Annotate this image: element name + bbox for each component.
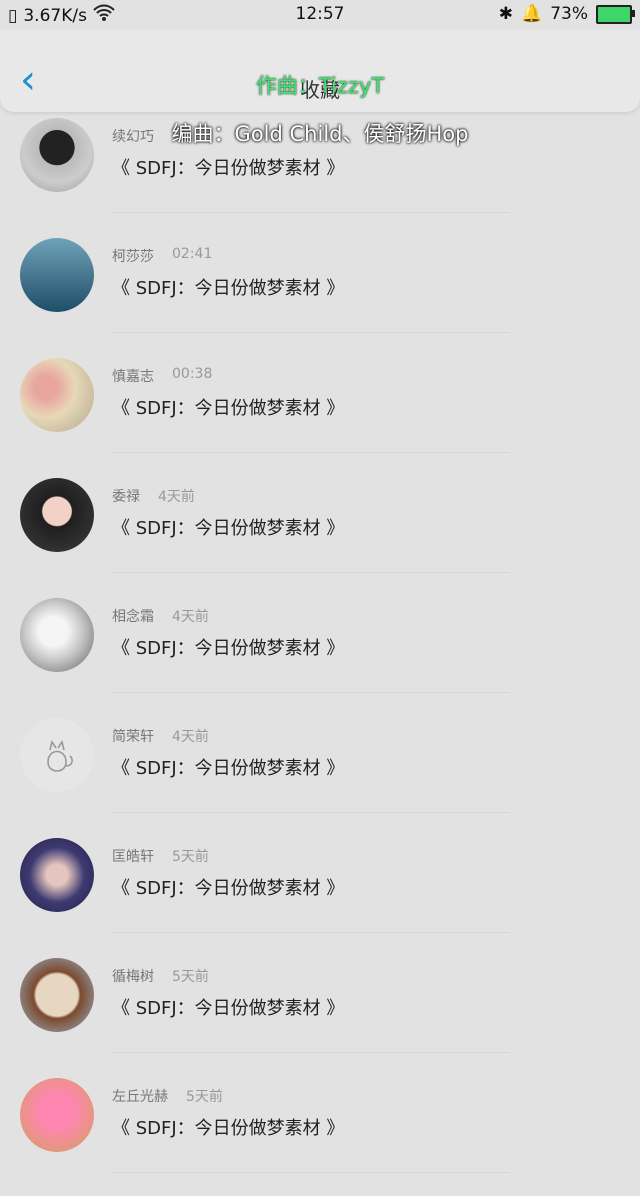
timestamp: 5天前	[172, 969, 209, 985]
user-name: 柯莎莎	[112, 249, 154, 265]
avatar	[20, 958, 94, 1032]
avatar	[20, 118, 94, 192]
divider	[112, 572, 510, 573]
mute-bell-icon: 🔔	[521, 4, 543, 24]
user-name: 委禄	[112, 489, 140, 505]
bluetooth-icon: ✱	[498, 4, 514, 24]
message-text: 《 SDFJ：今日份做梦素材 》	[112, 158, 345, 179]
timestamp: 4天前	[172, 609, 209, 625]
list-item[interactable]: 续幻巧 《 SDFJ：今日份做梦素材 》	[0, 116, 640, 236]
divider	[112, 692, 510, 693]
divider	[112, 812, 510, 813]
timestamp: 5天前	[172, 849, 209, 865]
list-item[interactable]: 柯莎莎 02:41 《 SDFJ：今日份做梦素材 》	[0, 236, 640, 356]
list-item[interactable]: 左丘光赫 5天前 《 SDFJ：今日份做梦素材 》	[0, 1076, 640, 1196]
message-text: 《 SDFJ：今日份做梦素材 》	[112, 638, 345, 659]
user-name: 匡皓轩	[112, 849, 154, 865]
timestamp: 4天前	[172, 729, 209, 745]
timestamp: 02:41	[172, 246, 213, 262]
avatar	[20, 598, 94, 672]
battery-icon	[596, 4, 635, 24]
timestamp: 5天前	[186, 1089, 223, 1105]
divider	[112, 212, 510, 213]
list-item[interactable]: 慎嘉志 00:38 《 SDFJ：今日份做梦素材 》	[0, 356, 640, 476]
user-name: 慎嘉志	[112, 369, 154, 385]
list-item[interactable]: 循梅树 5天前 《 SDFJ：今日份做梦素材 》	[0, 956, 640, 1076]
favorites-list: 续幻巧 《 SDFJ：今日份做梦素材 》 柯莎莎 02:41 《 SDFJ：今日份…	[0, 116, 640, 1196]
divider	[112, 452, 510, 453]
battery-percent: 73%	[550, 4, 588, 24]
message-text: 《 SDFJ：今日份做梦素材 》	[112, 878, 345, 899]
divider	[112, 332, 510, 333]
avatar	[20, 238, 94, 312]
list-item[interactable]: 相念霜 4天前 《 SDFJ：今日份做梦素材 》	[0, 596, 640, 716]
message-text: 《 SDFJ：今日份做梦素材 》	[112, 1118, 345, 1139]
avatar	[20, 838, 94, 912]
avatar	[20, 358, 94, 432]
avatar	[20, 718, 94, 792]
cat-sketch-icon	[47, 740, 73, 772]
divider	[112, 932, 510, 933]
message-text: 《 SDFJ：今日份做梦素材 》	[112, 518, 345, 539]
avatar	[20, 1078, 94, 1152]
user-name: 相念霜	[112, 609, 154, 625]
timestamp: 00:38	[172, 366, 213, 382]
list-item[interactable]: 匡皓轩 5天前 《 SDFJ：今日份做梦素材 》	[0, 836, 640, 956]
user-name: 左丘光赫	[112, 1089, 168, 1105]
timestamp: 4天前	[158, 489, 195, 505]
divider	[112, 1052, 510, 1053]
list-item[interactable]: 简荣轩 4天前 《 SDFJ：今日份做梦素材 》	[0, 716, 640, 836]
status-bar: ▯ 3.67K/s 12:57 ✱ 🔔 73%	[0, 0, 640, 30]
message-text: 《 SDFJ：今日份做梦素材 》	[112, 998, 345, 1019]
message-text: 《 SDFJ：今日份做梦素材 》	[112, 398, 345, 419]
avatar	[20, 478, 94, 552]
user-name: 续幻巧	[112, 129, 154, 145]
status-right: ✱ 🔔 73%	[498, 4, 635, 24]
list-item[interactable]: 委禄 4天前 《 SDFJ：今日份做梦素材 》	[0, 476, 640, 596]
user-name: 简荣轩	[112, 729, 154, 745]
message-text: 《 SDFJ：今日份做梦素材 》	[112, 758, 345, 779]
lyric-composer: 作曲：TizzyT	[255, 74, 385, 98]
message-text: 《 SDFJ：今日份做梦素材 》	[112, 278, 345, 299]
divider	[112, 1172, 510, 1173]
user-name: 循梅树	[112, 969, 154, 985]
